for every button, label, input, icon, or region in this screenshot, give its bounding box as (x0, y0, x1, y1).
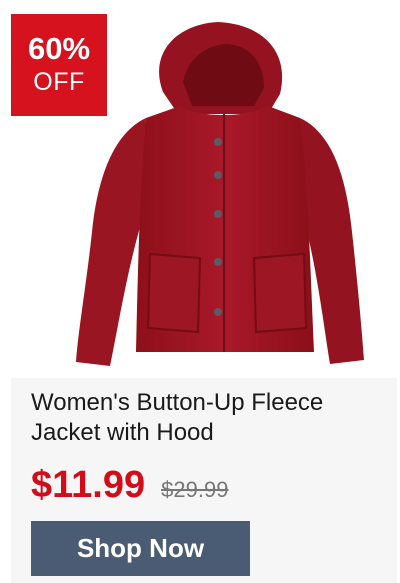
discount-badge: 60% OFF (11, 14, 107, 116)
product-info-panel: Women's Button-Up Fleece Jacket with Hoo… (11, 378, 397, 583)
shop-now-button[interactable]: Shop Now (31, 521, 250, 576)
product-title[interactable]: Women's Button-Up Fleece Jacket with Hoo… (31, 388, 381, 448)
product-card: 60% OFF Women's Button-Up Fleece Jacket … (0, 0, 400, 583)
product-image-area[interactable]: 60% OFF (0, 0, 400, 378)
discount-off-label: OFF (33, 68, 85, 96)
sale-price: $11.99 (31, 464, 146, 506)
discount-percent: 60% (27, 31, 91, 66)
fleece-jacket-image[interactable] (68, 22, 368, 372)
price-row: $11.99 $29.99 (31, 464, 229, 506)
original-price: $29.99 (161, 477, 229, 502)
